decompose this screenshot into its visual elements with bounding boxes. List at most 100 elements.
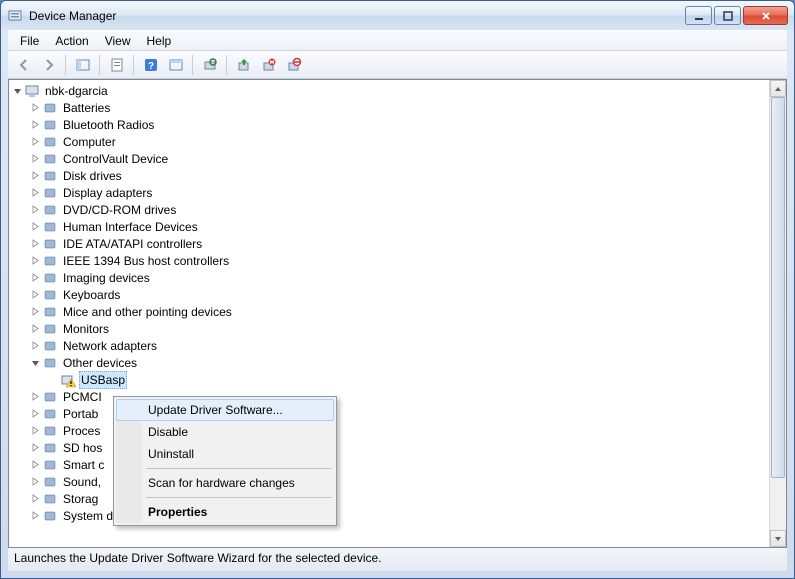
app-icon: [7, 8, 23, 24]
tree-other-devices[interactable]: Other devices: [11, 354, 786, 371]
expand-toggle[interactable]: [29, 476, 41, 488]
ctx-separator: [146, 497, 332, 498]
device-icon: [42, 389, 58, 405]
tree-node[interactable]: Disk drives: [11, 167, 786, 184]
back-button[interactable]: [12, 54, 35, 76]
ctx-uninstall-label: Uninstall: [148, 447, 194, 461]
tree-node[interactable]: Human Interface Devices: [11, 218, 786, 235]
ctx-properties-label: Properties: [148, 505, 207, 519]
tree-node-label: SD hos: [61, 440, 104, 456]
help-button[interactable]: ?: [139, 54, 162, 76]
expand-toggle[interactable]: [29, 425, 41, 437]
menu-action[interactable]: Action: [47, 32, 96, 50]
tree-node-label: IEEE 1394 Bus host controllers: [61, 253, 231, 269]
tree-node-label: Bluetooth Radios: [61, 117, 156, 133]
menu-help[interactable]: Help: [139, 32, 180, 50]
device-icon: [42, 321, 58, 337]
update-driver-button[interactable]: [232, 54, 255, 76]
tree-node[interactable]: IEEE 1394 Bus host controllers: [11, 252, 786, 269]
expand-toggle[interactable]: [29, 408, 41, 420]
expand-toggle[interactable]: [29, 306, 41, 318]
expand-toggle[interactable]: [29, 255, 41, 267]
tree-node[interactable]: Bluetooth Radios: [11, 116, 786, 133]
maximize-button[interactable]: [714, 6, 741, 25]
titlebar[interactable]: Device Manager: [1, 1, 794, 30]
tree-root[interactable]: nbk-dgarcia: [11, 82, 786, 99]
ctx-update-label: Update Driver Software...: [148, 403, 283, 417]
ctx-properties[interactable]: Properties: [116, 501, 334, 523]
expand-toggle[interactable]: [29, 238, 41, 250]
tree-node[interactable]: Keyboards: [11, 286, 786, 303]
expand-toggle[interactable]: [29, 391, 41, 403]
device-icon: [42, 474, 58, 490]
menu-file[interactable]: File: [12, 32, 47, 50]
expand-toggle[interactable]: [11, 85, 23, 97]
expand-toggle[interactable]: [29, 153, 41, 165]
expand-toggle[interactable]: [29, 221, 41, 233]
device-tree[interactable]: nbk-dgarciaBatteriesBluetooth RadiosComp…: [9, 80, 786, 547]
expand-toggle[interactable]: [29, 136, 41, 148]
tree-node-label: Monitors: [61, 321, 111, 337]
tree-node[interactable]: Computer: [11, 133, 786, 150]
scroll-down-button[interactable]: [770, 530, 786, 547]
uninstall-button[interactable]: [257, 54, 280, 76]
expand-toggle[interactable]: [29, 357, 41, 369]
tree-node[interactable]: IDE ATA/ATAPI controllers: [11, 235, 786, 252]
tree-node-label: Smart c: [61, 457, 106, 473]
tree-node[interactable]: Batteries: [11, 99, 786, 116]
expand-toggle[interactable]: [47, 374, 59, 386]
ctx-disable[interactable]: Disable: [116, 421, 334, 443]
expand-toggle[interactable]: [29, 204, 41, 216]
scroll-up-button[interactable]: [770, 80, 786, 97]
device-icon: [42, 287, 58, 303]
expand-toggle[interactable]: [29, 493, 41, 505]
expand-toggle[interactable]: [29, 442, 41, 454]
tree-node[interactable]: Imaging devices: [11, 269, 786, 286]
ctx-update-driver[interactable]: Update Driver Software...: [116, 399, 334, 421]
expand-toggle[interactable]: [29, 289, 41, 301]
ctx-scan[interactable]: Scan for hardware changes: [116, 472, 334, 494]
scan-hardware-button[interactable]: [198, 54, 221, 76]
status-bar: Launches the Update Driver Software Wiza…: [8, 548, 787, 571]
tree-node[interactable]: Display adapters: [11, 184, 786, 201]
expand-toggle[interactable]: [29, 102, 41, 114]
minimize-button[interactable]: [685, 6, 712, 25]
tree-node[interactable]: ControlVault Device: [11, 150, 786, 167]
expand-toggle[interactable]: [29, 187, 41, 199]
action-button[interactable]: [164, 54, 187, 76]
window-title: Device Manager: [29, 9, 685, 23]
tree-node-label: USBasp: [79, 371, 127, 389]
tree-node-label: Network adapters: [61, 338, 159, 354]
device-icon: [42, 440, 58, 456]
device-icon: [42, 304, 58, 320]
expand-toggle[interactable]: [29, 170, 41, 182]
tree-node[interactable]: Mice and other pointing devices: [11, 303, 786, 320]
properties-button[interactable]: [105, 54, 128, 76]
tree-usbasp[interactable]: USBasp: [11, 371, 786, 388]
tree-node[interactable]: DVD/CD-ROM drives: [11, 201, 786, 218]
tree-node[interactable]: Network adapters: [11, 337, 786, 354]
menubar[interactable]: File Action View Help: [8, 30, 787, 51]
tree-node-label: ControlVault Device: [61, 151, 170, 167]
expand-toggle[interactable]: [29, 272, 41, 284]
expand-toggle[interactable]: [29, 119, 41, 131]
vertical-scrollbar[interactable]: [769, 80, 786, 547]
expand-toggle[interactable]: [29, 459, 41, 471]
expand-toggle[interactable]: [29, 323, 41, 335]
device-icon: [60, 372, 76, 388]
expand-toggle[interactable]: [29, 340, 41, 352]
forward-button[interactable]: [37, 54, 60, 76]
device-icon: [42, 457, 58, 473]
expand-toggle[interactable]: [29, 510, 41, 522]
menu-view[interactable]: View: [97, 32, 139, 50]
ctx-uninstall[interactable]: Uninstall: [116, 443, 334, 465]
show-hide-console-button[interactable]: [71, 54, 94, 76]
close-button[interactable]: [743, 6, 788, 25]
disable-button[interactable]: [282, 54, 305, 76]
tree-node[interactable]: Monitors: [11, 320, 786, 337]
context-menu[interactable]: Update Driver Software... Disable Uninst…: [113, 396, 337, 526]
svg-text:?: ?: [147, 61, 153, 72]
window-frame: Device Manager File Action View Help ? n…: [0, 0, 795, 579]
device-icon: [24, 83, 40, 99]
ctx-disable-label: Disable: [148, 425, 188, 439]
